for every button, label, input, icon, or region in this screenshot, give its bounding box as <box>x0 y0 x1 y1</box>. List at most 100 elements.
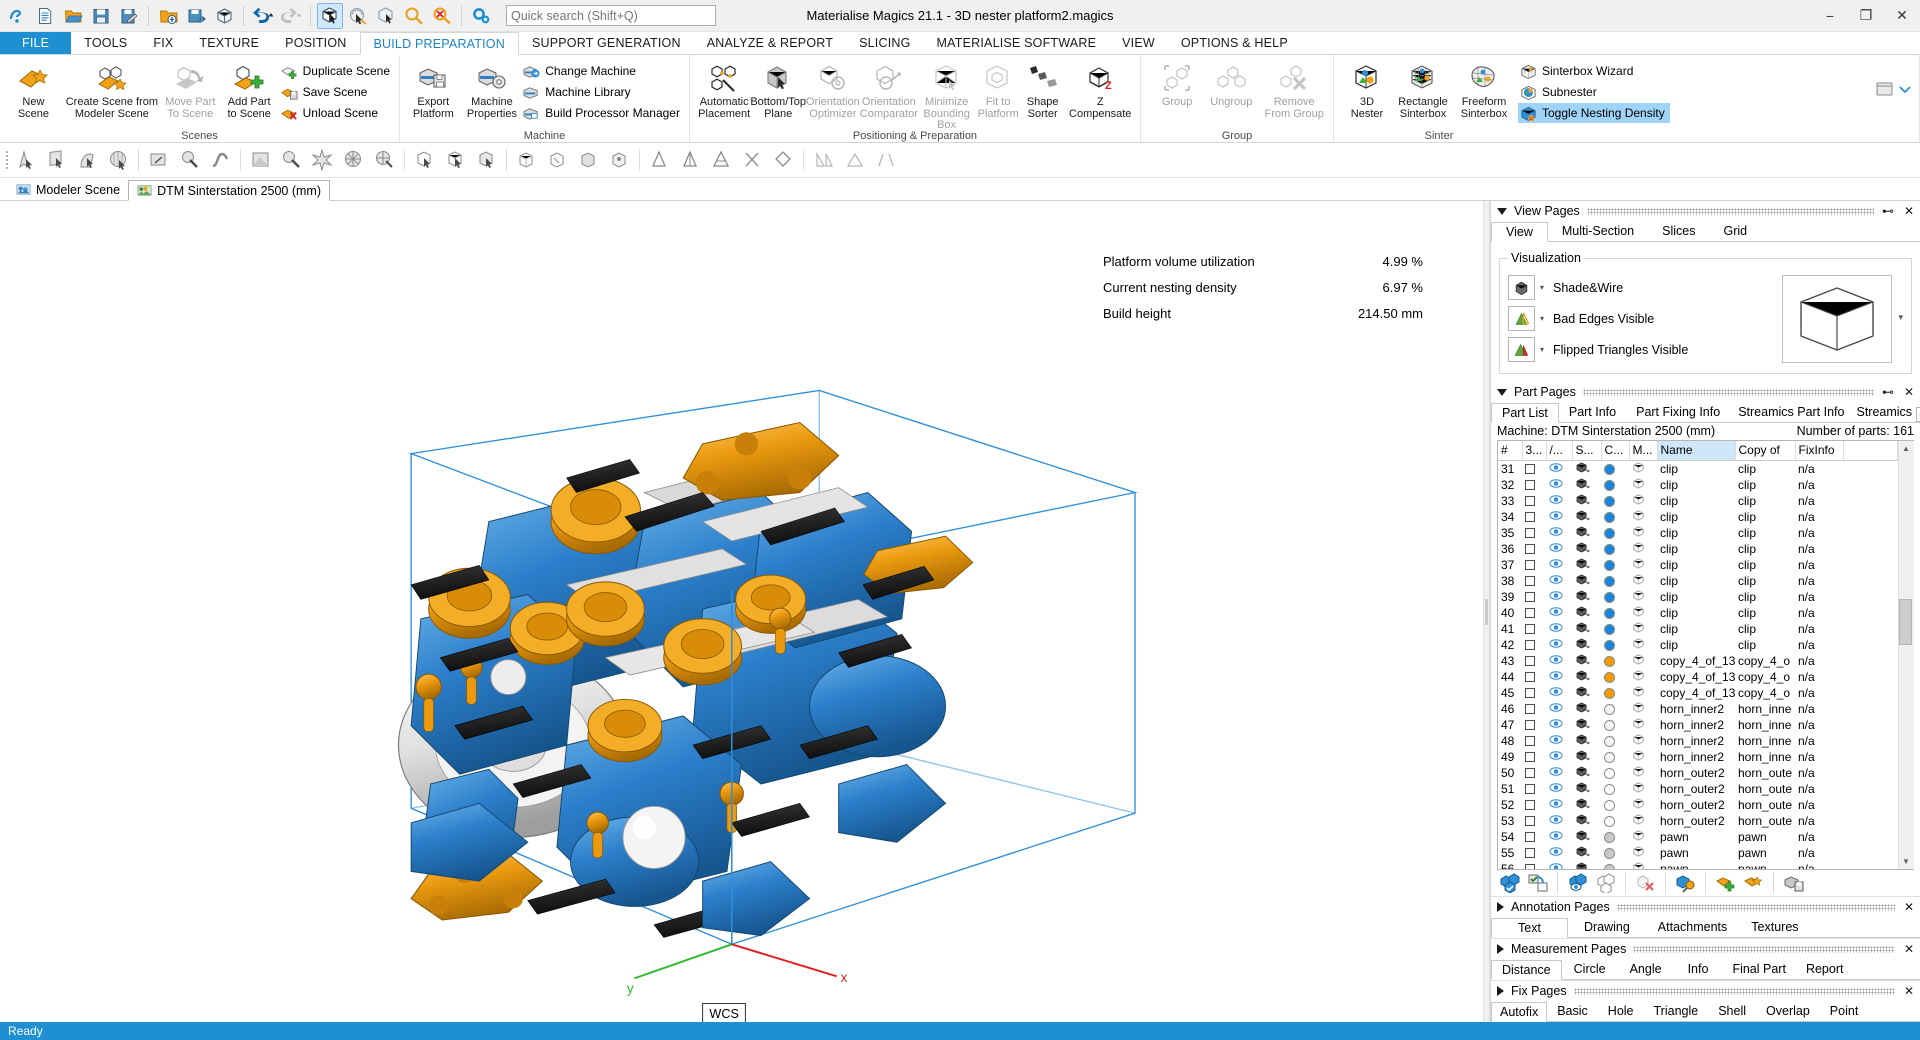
table-row[interactable]: 46horn_inner2horn_innen/a <box>1498 701 1898 717</box>
cell-visible[interactable] <box>1546 637 1572 653</box>
triangle-select2-icon[interactable] <box>542 145 573 176</box>
cell-visible[interactable] <box>1546 733 1572 749</box>
tab-info[interactable]: Info <box>1674 959 1723 979</box>
cell-mesh[interactable] <box>1629 781 1657 797</box>
cell-shade[interactable] <box>1572 749 1601 765</box>
toggle-nesting-density-button[interactable]: Toggle Nesting Density <box>1518 103 1670 123</box>
scroll-down-arrow[interactable]: ▼ <box>1899 854 1914 869</box>
ungroup-button[interactable]: Ungroup <box>1203 59 1259 109</box>
scene-tab-platform[interactable]: DTM Sinterstation 2500 (mm) <box>128 180 330 201</box>
cell-visible[interactable] <box>1546 669 1572 685</box>
add-part-icon[interactable] <box>1713 872 1738 895</box>
table-row[interactable]: 41clipclipn/a <box>1498 621 1898 637</box>
cell-mesh[interactable] <box>1629 861 1657 870</box>
cell-visible[interactable] <box>1546 685 1572 701</box>
z-compensate-button[interactable]: Z Z Compensate <box>1064 59 1136 120</box>
cell-visible[interactable] <box>1546 557 1572 573</box>
cell-checkbox[interactable] <box>1522 717 1546 733</box>
cell-mesh[interactable] <box>1629 589 1657 605</box>
tab-circle[interactable]: Circle <box>1562 959 1618 979</box>
select-surface-icon[interactable] <box>345 3 371 29</box>
orientation-comparator-button[interactable]: Orientation Comparator <box>860 59 918 120</box>
cell-visible[interactable] <box>1546 845 1572 861</box>
mark-wheel-icon[interactable] <box>369 145 400 176</box>
cell-checkbox[interactable] <box>1522 460 1546 477</box>
cell-visible[interactable] <box>1546 605 1572 621</box>
bottom-top-plane-button[interactable]: Bottom/Top Plane <box>750 59 806 120</box>
remove-from-group-button[interactable]: Remove From Group <box>1259 59 1329 120</box>
export-platform-button[interactable]: Export Platform <box>404 59 463 120</box>
cell-visible[interactable] <box>1546 509 1572 525</box>
cell-checkbox[interactable] <box>1522 637 1546 653</box>
tab-view[interactable]: View <box>1491 222 1548 242</box>
redo-icon[interactable] <box>278 3 304 29</box>
view-pages-header[interactable]: View Pages ⊷ ✕ <box>1491 201 1920 221</box>
tabs-prev-button[interactable]: ◀ <box>1916 407 1920 422</box>
tab-multi-section[interactable]: Multi-Section <box>1548 221 1648 241</box>
col-visible[interactable]: /... <box>1546 441 1572 460</box>
cell-mesh[interactable] <box>1629 829 1657 845</box>
cell-color[interactable] <box>1601 845 1629 861</box>
shape-sorter-button[interactable]: Shape Sorter <box>1021 59 1065 120</box>
tab-hole[interactable]: Hole <box>1598 1001 1644 1021</box>
hide-parts-icon[interactable] <box>1593 872 1618 895</box>
sinterbox-wizard-button[interactable]: Sinterbox Wizard <box>1518 61 1670 81</box>
cell-shade[interactable] <box>1572 525 1601 541</box>
cell-visible[interactable] <box>1546 460 1572 477</box>
pin-icon[interactable]: ⊷ <box>1881 204 1895 218</box>
table-row[interactable]: 53horn_outer2horn_outen/a <box>1498 813 1898 829</box>
cell-color[interactable] <box>1601 733 1629 749</box>
ribbon-tab-slicing[interactable]: SLICING <box>846 32 923 54</box>
table-row[interactable]: 54pawnpawnn/a <box>1498 829 1898 845</box>
cell-checkbox[interactable] <box>1522 669 1546 685</box>
cell-checkbox[interactable] <box>1522 557 1546 573</box>
open-file-icon[interactable] <box>60 3 86 29</box>
select-sphere-icon[interactable] <box>103 145 134 176</box>
shell-select3-icon[interactable] <box>471 145 502 176</box>
freeform-sinterbox-button[interactable]: Freeform Sinterbox <box>1454 59 1514 120</box>
minimize-bounding-box-button[interactable]: Minimize Bounding Box <box>918 59 976 132</box>
cell-color[interactable] <box>1601 509 1629 525</box>
cell-shade[interactable] <box>1572 541 1601 557</box>
cell-checkbox[interactable] <box>1522 733 1546 749</box>
cell-checkbox[interactable] <box>1522 797 1546 813</box>
cell-shade[interactable] <box>1572 573 1601 589</box>
tab-distance[interactable]: Distance <box>1491 960 1562 980</box>
cell-checkbox[interactable] <box>1522 701 1546 717</box>
cone-select2-icon[interactable] <box>675 145 706 176</box>
cell-visible[interactable] <box>1546 797 1572 813</box>
mark-brush-icon[interactable] <box>174 145 205 176</box>
move-part-to-scene-button[interactable]: Move Part To Scene <box>161 59 220 120</box>
create-scene-from-modeler-button[interactable]: Create Scene from Modeler Scene <box>63 59 161 120</box>
table-row[interactable]: 31clipclipn/a <box>1498 460 1898 477</box>
fix-pages-header[interactable]: Fix Pages ✕ <box>1491 981 1920 1001</box>
cell-visible[interactable] <box>1546 861 1572 870</box>
close-icon[interactable]: ✕ <box>1902 984 1916 998</box>
plane-cut3-icon[interactable] <box>870 145 901 176</box>
ribbon-help-icon[interactable] <box>1876 81 1894 100</box>
scroll-up-arrow[interactable]: ▲ <box>1899 441 1914 456</box>
3d-nester-button[interactable]: 3D Nester <box>1342 59 1392 120</box>
mark-wave-icon[interactable] <box>205 145 236 176</box>
scroll-thumb[interactable] <box>1899 599 1912 645</box>
cell-shade[interactable] <box>1572 717 1601 733</box>
ribbon-tab-analyze-report[interactable]: ANALYZE & REPORT <box>694 32 846 54</box>
cell-mesh[interactable] <box>1629 605 1657 621</box>
plane-cut-icon[interactable] <box>808 145 839 176</box>
cell-color[interactable] <box>1601 477 1629 493</box>
cell-checkbox[interactable] <box>1522 765 1546 781</box>
cell-mesh[interactable] <box>1629 813 1657 829</box>
ribbon-tab-materialise-software[interactable]: MATERIALISE SOFTWARE <box>924 32 1110 54</box>
select-box-icon[interactable] <box>317 3 343 29</box>
col-fixinfo[interactable]: FixInfo <box>1795 441 1843 460</box>
cell-shade[interactable] <box>1572 669 1601 685</box>
col-mesh[interactable]: M... <box>1629 441 1657 460</box>
table-row[interactable]: 50horn_outer2horn_outen/a <box>1498 765 1898 781</box>
cell-checkbox[interactable] <box>1522 573 1546 589</box>
mark-rectangle-icon[interactable] <box>143 145 174 176</box>
cell-shade[interactable] <box>1572 637 1601 653</box>
table-row[interactable]: 56pawnpawnn/a <box>1498 861 1898 870</box>
expand-triangle-icon[interactable] <box>1497 986 1504 996</box>
wire-cube-preview[interactable] <box>1782 275 1892 363</box>
bad-edges-row[interactable]: ▾ Bad Edges Visible <box>1508 306 1782 331</box>
